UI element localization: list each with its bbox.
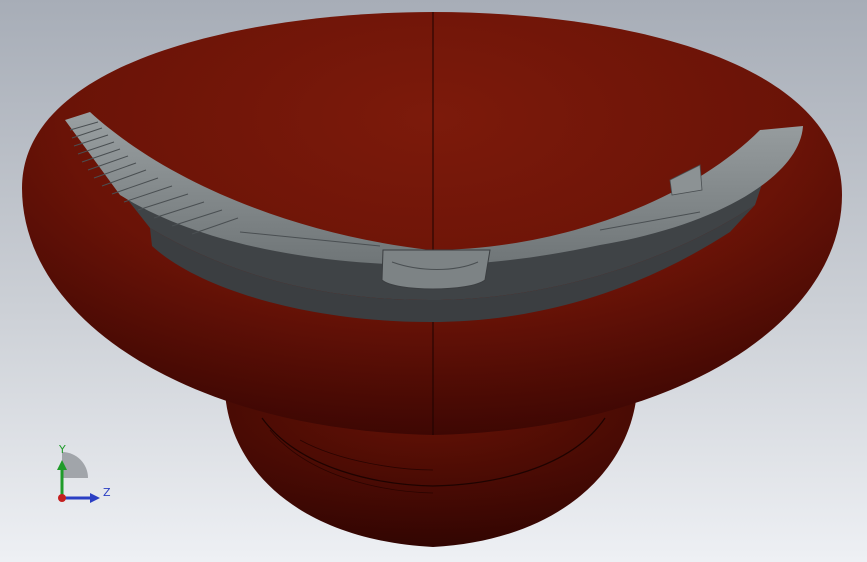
x-axis-origin-icon: [58, 494, 66, 502]
cad-viewport[interactable]: Y Z: [0, 0, 867, 562]
model-canvas[interactable]: [0, 0, 867, 562]
z-axis-label: Z: [103, 486, 111, 499]
y-axis-label: Y: [59, 443, 66, 456]
